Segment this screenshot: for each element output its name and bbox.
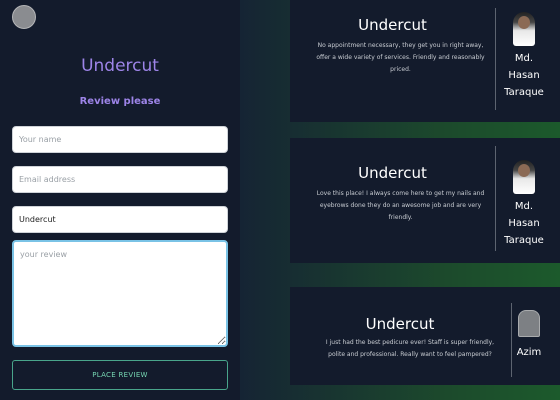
reviewer-name-line: Azim: [516, 347, 542, 358]
reviewer-name-line: Taraque: [504, 235, 544, 246]
review-title: Undercut: [365, 315, 435, 333]
reviewer-name-line: Hasan: [508, 70, 540, 81]
email-input[interactable]: [12, 166, 228, 193]
reviewer-name-line: Md.: [514, 201, 534, 212]
review-card: Undercut I just had the best pedicure ev…: [290, 287, 560, 385]
review-text: Love this place! I always come here to g…: [316, 190, 485, 221]
form-title: Undercut: [81, 56, 159, 76]
reviewer-name-line: Md.: [514, 53, 534, 64]
review-card: Undercut Love this place! I always come …: [290, 138, 560, 263]
review-form-panel: Undercut Review please PLACE REVIEW: [0, 0, 240, 400]
review-title: Undercut: [358, 164, 427, 182]
form-subtitle: Review please: [79, 96, 161, 107]
review-title: Undercut: [358, 16, 427, 34]
reviewer-info: Md. Hasan Taraque: [498, 12, 550, 101]
user-avatar[interactable]: [12, 5, 36, 29]
reviewer-photo-icon: [513, 12, 535, 46]
salon-input[interactable]: [12, 206, 228, 233]
card-divider: [495, 8, 496, 110]
review-body: Undercut Love this place! I always come …: [290, 138, 495, 263]
reviewer-name-line: Taraque: [504, 87, 544, 98]
review-card: Undercut No appointment necessary, they …: [290, 0, 560, 122]
name-input[interactable]: [12, 126, 228, 153]
reviewer-photo-icon: [513, 160, 535, 194]
reviewer-info: Azim: [514, 310, 544, 361]
review-body: Undercut I just had the best pedicure ev…: [290, 287, 510, 385]
card-divider: [495, 146, 496, 251]
review-text: No appointment necessary, they get you i…: [316, 42, 485, 73]
review-body: Undercut No appointment necessary, they …: [290, 0, 495, 122]
review-text: I just had the best pedicure ever! Staff…: [325, 339, 495, 358]
review-textarea[interactable]: [12, 240, 228, 347]
reviewer-info: Md. Hasan Taraque: [498, 160, 550, 249]
card-divider: [511, 303, 512, 377]
avatar-placeholder-icon: [518, 310, 540, 337]
place-review-button[interactable]: PLACE REVIEW: [12, 360, 228, 390]
reviewer-name-line: Hasan: [508, 218, 540, 229]
